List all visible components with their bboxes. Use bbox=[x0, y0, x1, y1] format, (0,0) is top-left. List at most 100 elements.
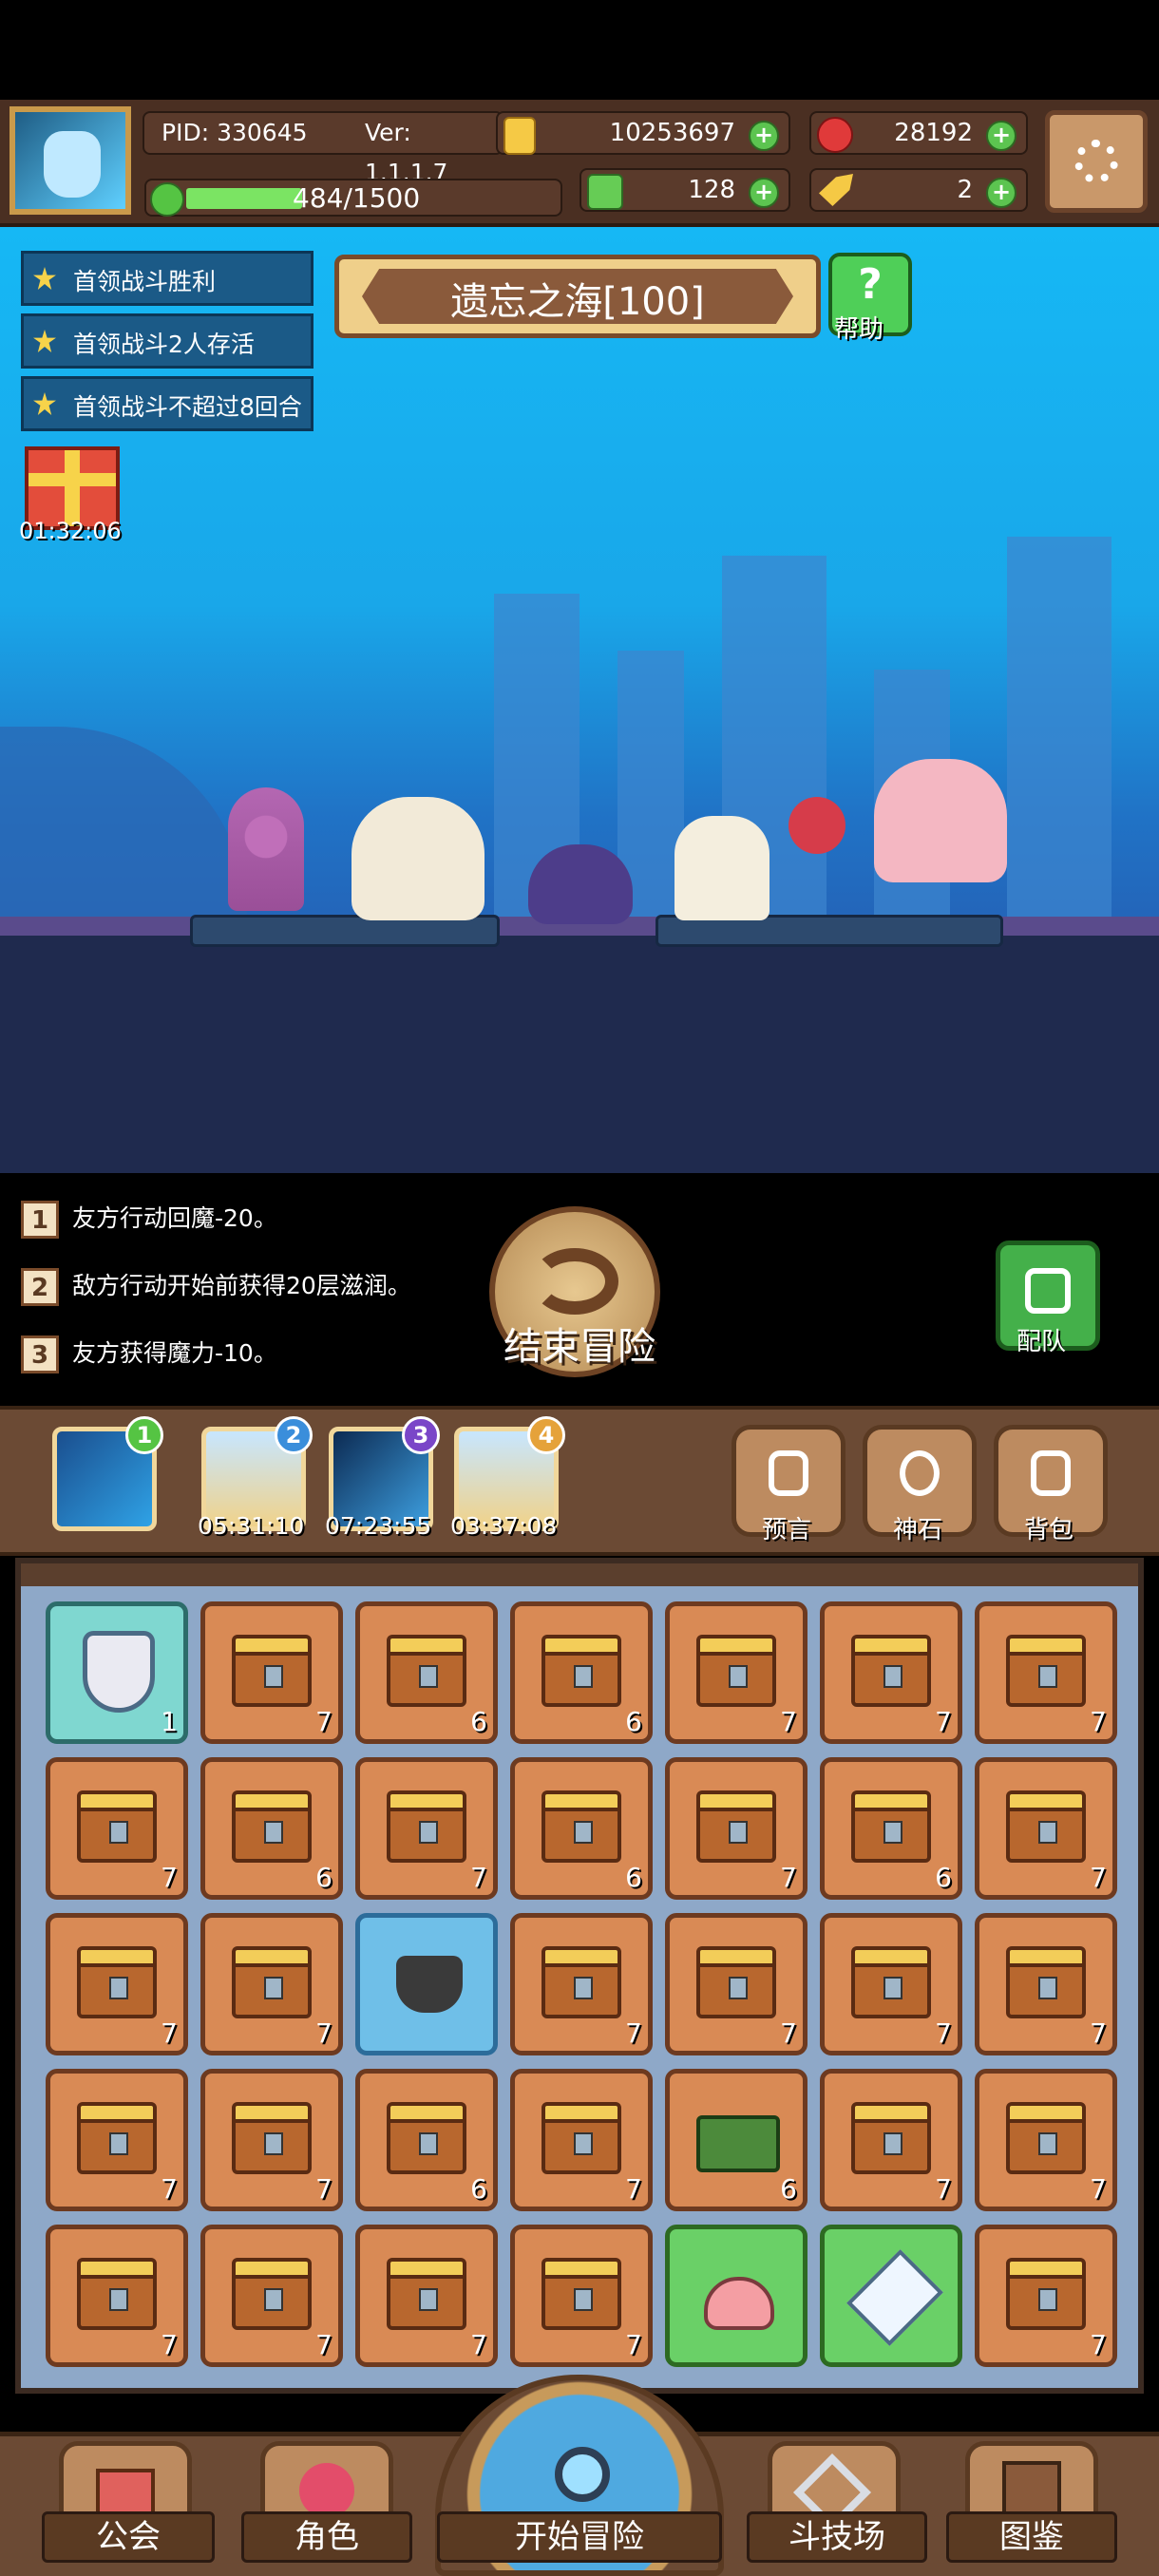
chest-lid bbox=[387, 1635, 466, 1656]
treasure-chest-icon bbox=[696, 1635, 776, 1707]
inventory-slot[interactable]: 6 bbox=[820, 1757, 962, 1900]
inventory-slot[interactable]: 6 bbox=[510, 1601, 653, 1744]
inventory-slot[interactable]: 6 bbox=[510, 1757, 653, 1900]
item-count: 7 bbox=[625, 2329, 642, 2360]
treasure-chest-icon bbox=[851, 1635, 931, 1707]
lock-icon bbox=[729, 1665, 748, 1688]
lock-icon bbox=[264, 1665, 283, 1688]
lock-icon bbox=[109, 2288, 128, 2311]
add-gold-button[interactable]: + bbox=[749, 121, 779, 151]
inventory-slot[interactable]: 6 bbox=[200, 1757, 343, 1900]
item-count: 7 bbox=[161, 2173, 178, 2205]
treasure-chest-icon bbox=[1006, 2258, 1086, 2330]
character-tab-label[interactable]: 角色 bbox=[241, 2511, 412, 2563]
item-count: 7 bbox=[470, 1862, 487, 1893]
inventory-slot[interactable]: 7 bbox=[665, 1913, 808, 2055]
log-number: 3 bbox=[21, 1335, 59, 1373]
inventory-slot[interactable]: 7 bbox=[200, 2069, 343, 2211]
inventory-slot[interactable]: 7 bbox=[820, 2069, 962, 2211]
inventory-slot[interactable]: 7 bbox=[46, 2069, 188, 2211]
chest-lid bbox=[387, 2102, 466, 2123]
item-count: 6 bbox=[625, 1862, 642, 1893]
add-gems-button[interactable]: + bbox=[986, 121, 1016, 151]
inventory-slot[interactable]: 7 bbox=[975, 2069, 1117, 2211]
pink-bear-girl-sprite[interactable] bbox=[874, 759, 1007, 882]
add-key-button[interactable]: + bbox=[986, 178, 1016, 208]
inventory-slot[interactable]: 6 bbox=[355, 2069, 498, 2211]
lock-icon bbox=[264, 2288, 283, 2311]
energy-fill bbox=[186, 188, 302, 209]
lock-icon bbox=[729, 1977, 748, 1999]
chest-lid bbox=[851, 1790, 931, 1811]
shield-icon bbox=[83, 1631, 155, 1713]
item-count: 7 bbox=[1090, 1862, 1107, 1893]
inventory-slot[interactable] bbox=[665, 2225, 808, 2367]
star-icon bbox=[33, 330, 56, 352]
treasure-chest-icon bbox=[542, 1635, 621, 1707]
map-slot-1[interactable]: 1 bbox=[52, 1416, 163, 1531]
chest-lid bbox=[77, 1790, 157, 1811]
gold-pill: 10253697 + bbox=[496, 111, 790, 155]
treasure-chest-icon bbox=[696, 1790, 776, 1863]
lock-icon bbox=[884, 1665, 902, 1688]
inventory-slot[interactable]: 7 bbox=[665, 1757, 808, 1900]
guild-tab-label[interactable]: 公会 bbox=[42, 2511, 215, 2563]
chest-lid bbox=[77, 1946, 157, 1967]
gem-amount: 28192 bbox=[894, 119, 973, 147]
white-cat-sprite[interactable] bbox=[674, 816, 770, 920]
inventory-slot[interactable]: 7 bbox=[200, 2225, 343, 2367]
magnifier-icon bbox=[555, 2447, 610, 2502]
divine-stone-icon bbox=[900, 1450, 940, 1496]
inventory-slot[interactable]: 7 bbox=[820, 1913, 962, 2055]
lock-icon bbox=[419, 2132, 438, 2155]
chest-lid bbox=[542, 2258, 621, 2279]
quest-item: 首领战斗胜利 bbox=[21, 251, 314, 306]
chest-lid bbox=[696, 1946, 776, 1967]
inventory-slot[interactable]: 7 bbox=[975, 2225, 1117, 2367]
slot-badge: 4 bbox=[527, 1416, 565, 1454]
inventory-slot[interactable]: 7 bbox=[46, 1757, 188, 1900]
inventory-slot[interactable]: 7 bbox=[46, 2225, 188, 2367]
clam-monster-sprite[interactable] bbox=[528, 844, 633, 924]
middle-toolbar bbox=[0, 1406, 1159, 1556]
inventory-slot[interactable]: 7 bbox=[975, 1601, 1117, 1744]
start-adventure-label[interactable]: 开始冒险 bbox=[437, 2511, 722, 2563]
inventory-slot[interactable]: 7 bbox=[200, 1913, 343, 2055]
inventory-slot[interactable]: 7 bbox=[510, 2225, 653, 2367]
add-clover-button[interactable]: + bbox=[749, 178, 779, 208]
inventory-slot[interactable]: 7 bbox=[975, 1913, 1117, 2055]
chest-lid bbox=[851, 1946, 931, 1967]
key-pill: 2 + bbox=[809, 168, 1028, 212]
inventory-slot[interactable]: 7 bbox=[975, 1757, 1117, 1900]
inventory-slot[interactable] bbox=[820, 2225, 962, 2367]
inventory-slot[interactable]: 6 bbox=[665, 2069, 808, 2211]
inventory-slot[interactable]: 7 bbox=[665, 1601, 808, 1744]
item-count: 7 bbox=[161, 2329, 178, 2360]
inventory-slot[interactable]: 7 bbox=[355, 1757, 498, 1900]
chest-lid bbox=[696, 1790, 776, 1811]
item-count: 7 bbox=[161, 2017, 178, 2049]
inventory-slot[interactable]: 7 bbox=[355, 2225, 498, 2367]
codex-tab-label[interactable]: 图鉴 bbox=[946, 2511, 1117, 2563]
item-count: 7 bbox=[780, 1706, 797, 1737]
inventory-slot[interactable]: 6 bbox=[355, 1601, 498, 1744]
inventory-slot[interactable]: 7 bbox=[510, 2069, 653, 2211]
hero-queen-sprite[interactable] bbox=[352, 797, 484, 920]
gift-timer: 01:32:06 bbox=[19, 518, 122, 544]
inventory-slot[interactable]: 7 bbox=[820, 1601, 962, 1744]
treasure-chest-icon bbox=[851, 2102, 931, 2174]
player-avatar[interactable] bbox=[10, 106, 131, 215]
treasure-chest-icon bbox=[387, 2102, 466, 2174]
settings-button[interactable] bbox=[1045, 110, 1148, 213]
inventory-slot[interactable] bbox=[355, 1913, 498, 2055]
chest-lid bbox=[542, 2102, 621, 2123]
inventory-slot[interactable]: 7 bbox=[510, 1913, 653, 2055]
item-count: 7 bbox=[780, 2017, 797, 2049]
red-bear-sprite[interactable] bbox=[788, 797, 846, 854]
slot-badge: 1 bbox=[125, 1416, 163, 1454]
star-icon bbox=[33, 267, 56, 290]
inventory-slot[interactable]: 7 bbox=[200, 1601, 343, 1744]
inventory-slot[interactable]: 1 bbox=[46, 1601, 188, 1744]
arena-tab-label[interactable]: 斗技场 bbox=[747, 2511, 927, 2563]
inventory-slot[interactable]: 7 bbox=[46, 1913, 188, 2055]
